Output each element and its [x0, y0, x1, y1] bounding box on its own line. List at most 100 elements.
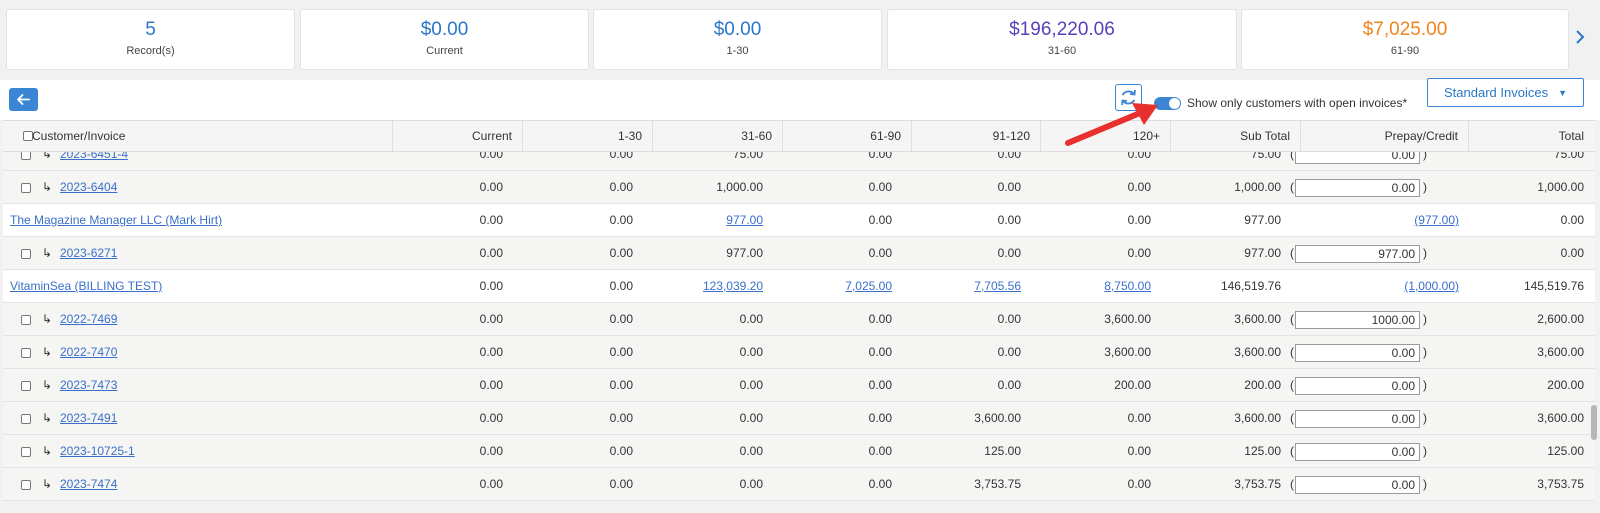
- cell-current: 0.00: [479, 279, 503, 293]
- summary-card-1-30[interactable]: $0.00 1-30: [593, 9, 882, 70]
- invoice-link[interactable]: 2023-10725-1: [60, 435, 135, 467]
- cell-1-30: 0.00: [609, 279, 633, 293]
- col-prepay-credit[interactable]: Prepay/Credit: [1301, 121, 1469, 151]
- cell-sub-total: 125.00: [1244, 444, 1281, 458]
- cell-91-120: 0.00: [997, 312, 1021, 326]
- col-91-120[interactable]: 91-120: [912, 121, 1041, 151]
- cell-total: 3,600.00: [1537, 345, 1584, 359]
- cell-1-30: 0.00: [609, 345, 633, 359]
- cell-61-90: 0.00: [868, 378, 892, 392]
- col-61-90[interactable]: 61-90: [783, 121, 912, 151]
- col-1-30[interactable]: 1-30: [523, 121, 653, 151]
- table-header: Customer/Invoice Current 1-30 31-60 61-9…: [3, 120, 1595, 152]
- customer-row[interactable]: The Magazine Manager LLC (Mark Hirt) 0.00…: [3, 204, 1595, 237]
- cell-sub-total: 3,753.75: [1234, 477, 1281, 491]
- summary-card-31-60[interactable]: $196,220.06 31-60: [887, 9, 1237, 70]
- cell-91-120: 0.00: [997, 345, 1021, 359]
- col-sub-total[interactable]: Sub Total: [1171, 121, 1301, 151]
- cell-prepay-credit[interactable]: (1,000.00): [1404, 270, 1459, 302]
- invoice-type-dropdown[interactable]: Standard Invoices ▼: [1427, 78, 1584, 107]
- prepay-credit-input[interactable]: [1295, 410, 1420, 428]
- paren-right: ): [1423, 152, 1427, 161]
- invoice-link[interactable]: 2022-7469: [60, 303, 117, 335]
- customer-row[interactable]: VitaminSea (BILLING TEST) 0.00 0.00 123,039…: [3, 270, 1595, 303]
- cell-prepay-credit[interactable]: (977.00): [1414, 204, 1459, 236]
- 31-60-label: 31-60: [1047, 45, 1077, 57]
- cell-sub-total: 75.00: [1250, 152, 1281, 161]
- invoice-row[interactable]: ↳ 2023-6451-4 0.00 0.00 75.00 0.00 0.00 0.00 75.…: [3, 152, 1595, 171]
- prepay-credit-input[interactable]: [1295, 377, 1420, 395]
- col-31-60[interactable]: 31-60: [653, 121, 783, 151]
- invoice-link[interactable]: 2023-7473: [60, 369, 117, 401]
- paren-left: (: [1290, 312, 1294, 326]
- cell-total: 0.00: [1560, 213, 1584, 227]
- invoice-row[interactable]: ↳ 2022-7469 0.00 0.00 0.00 0.00 0.00 3,600.00 3,…: [3, 303, 1595, 336]
- summary-card-current[interactable]: $0.00 Current: [300, 9, 589, 70]
- cell-total: 3,600.00: [1537, 411, 1584, 425]
- 1-30-label: 1-30: [726, 45, 749, 57]
- summary-card-61-90[interactable]: $7,025.00 61-90: [1241, 9, 1569, 70]
- records-count: 5: [145, 19, 156, 40]
- cell-120-plus[interactable]: 8,750.00: [1104, 270, 1151, 302]
- invoice-row[interactable]: ↳ 2023-10725-1 0.00 0.00 0.00 0.00 125.00 0.00 1…: [3, 435, 1595, 468]
- 1-30-amount: $0.00: [713, 19, 762, 40]
- cell-31-60[interactable]: 977.00: [726, 204, 763, 236]
- invoice-row[interactable]: ↳ 2023-6404 0.00 0.00 1,000.00 0.00 0.00 0.00 1,…: [3, 171, 1595, 204]
- row-checkbox[interactable]: [21, 249, 31, 259]
- prepay-credit-input[interactable]: [1295, 245, 1420, 263]
- customer-link[interactable]: The Magazine Manager LLC (Mark Hirt): [10, 204, 222, 236]
- col-current[interactable]: Current: [393, 121, 523, 151]
- cell-current: 0.00: [479, 378, 503, 392]
- invoice-row[interactable]: ↳ 2023-6271 0.00 0.00 977.00 0.00 0.00 0.00 977.…: [3, 237, 1595, 270]
- prepay-credit-input[interactable]: [1295, 476, 1420, 494]
- cell-1-30: 0.00: [609, 378, 633, 392]
- invoice-link[interactable]: 2023-7491: [60, 402, 117, 434]
- records-label: Record(s): [126, 45, 175, 57]
- col-customer-invoice[interactable]: Customer/Invoice: [3, 121, 393, 151]
- prepay-credit-input[interactable]: [1295, 344, 1420, 362]
- cell-total: 3,753.75: [1537, 477, 1584, 491]
- row-checkbox[interactable]: [21, 414, 31, 424]
- invoice-row[interactable]: ↳ 2023-7473 0.00 0.00 0.00 0.00 0.00 200.00 200.…: [3, 369, 1595, 402]
- invoice-link[interactable]: 2023-6271: [60, 237, 117, 269]
- invoice-link[interactable]: 2022-7470: [60, 336, 117, 368]
- col-total[interactable]: Total: [1469, 121, 1595, 151]
- row-checkbox[interactable]: [21, 152, 31, 160]
- scrollbar-thumb[interactable]: [1591, 405, 1597, 440]
- row-checkbox[interactable]: [21, 183, 31, 193]
- invoice-link[interactable]: 2023-6451-4: [60, 152, 128, 170]
- invoice-link[interactable]: 2023-6404: [60, 171, 117, 203]
- invoice-link[interactable]: 2023-7474: [60, 468, 117, 500]
- cell-1-30: 0.00: [609, 444, 633, 458]
- row-checkbox[interactable]: [21, 447, 31, 457]
- cell-1-30: 0.00: [609, 312, 633, 326]
- cell-120-plus: 0.00: [1127, 444, 1151, 458]
- cell-61-90[interactable]: 7,025.00: [845, 270, 892, 302]
- row-checkbox[interactable]: [21, 381, 31, 391]
- cell-1-30: 0.00: [609, 477, 633, 491]
- cell-31-60[interactable]: 123,039.20: [703, 270, 763, 302]
- summary-card-records[interactable]: 5 Record(s): [6, 9, 295, 70]
- invoice-row[interactable]: ↳ 2023-7474 0.00 0.00 0.00 0.00 3,753.75 0.00 3,…: [3, 468, 1595, 501]
- cell-current: 0.00: [479, 152, 503, 161]
- cell-sub-total: 3,600.00: [1234, 411, 1281, 425]
- row-checkbox[interactable]: [21, 315, 31, 325]
- invoice-type-label: Standard Invoices: [1444, 85, 1549, 100]
- prepay-credit-input[interactable]: [1295, 179, 1420, 197]
- sub-row-arrow-icon: ↳: [42, 444, 53, 458]
- paren-right: ): [1423, 246, 1427, 260]
- row-checkbox[interactable]: [21, 348, 31, 358]
- row-checkbox[interactable]: [21, 480, 31, 490]
- invoice-row[interactable]: ↳ 2023-7491 0.00 0.00 0.00 0.00 3,600.00 0.00 3,…: [3, 402, 1595, 435]
- sub-row-arrow-icon: ↳: [42, 477, 53, 491]
- prepay-credit-input[interactable]: [1295, 443, 1420, 461]
- invoice-row[interactable]: ↳ 2022-7470 0.00 0.00 0.00 0.00 0.00 3,600.00 3,…: [3, 336, 1595, 369]
- chevron-right-icon[interactable]: [1570, 28, 1590, 50]
- prepay-credit-input[interactable]: [1295, 152, 1420, 164]
- sub-row-arrow-icon: ↳: [42, 378, 53, 392]
- customer-link[interactable]: VitaminSea (BILLING TEST): [10, 270, 162, 302]
- back-button[interactable]: [9, 88, 38, 111]
- cell-91-120: 0.00: [997, 213, 1021, 227]
- prepay-credit-input[interactable]: [1295, 311, 1420, 329]
- cell-91-120[interactable]: 7,705.56: [974, 270, 1021, 302]
